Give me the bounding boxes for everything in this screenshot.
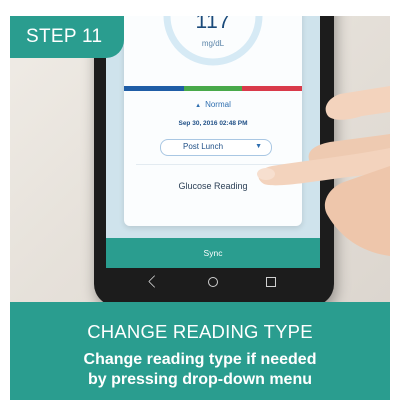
step-badge: STEP 11 [10, 16, 124, 58]
caption-line-2: by pressing drop-down menu [87, 371, 312, 388]
caption-title: CHANGE READING TYPE [87, 321, 313, 342]
pointing-hand [257, 86, 390, 256]
photo-scene: 117 mg/dL ▲ Normal Sep 30, 2016 02:48 PM … [10, 16, 390, 302]
caption-line-1: Change reading type if needed [83, 351, 317, 368]
caption-description: Change reading type if needed by pressin… [10, 350, 390, 390]
